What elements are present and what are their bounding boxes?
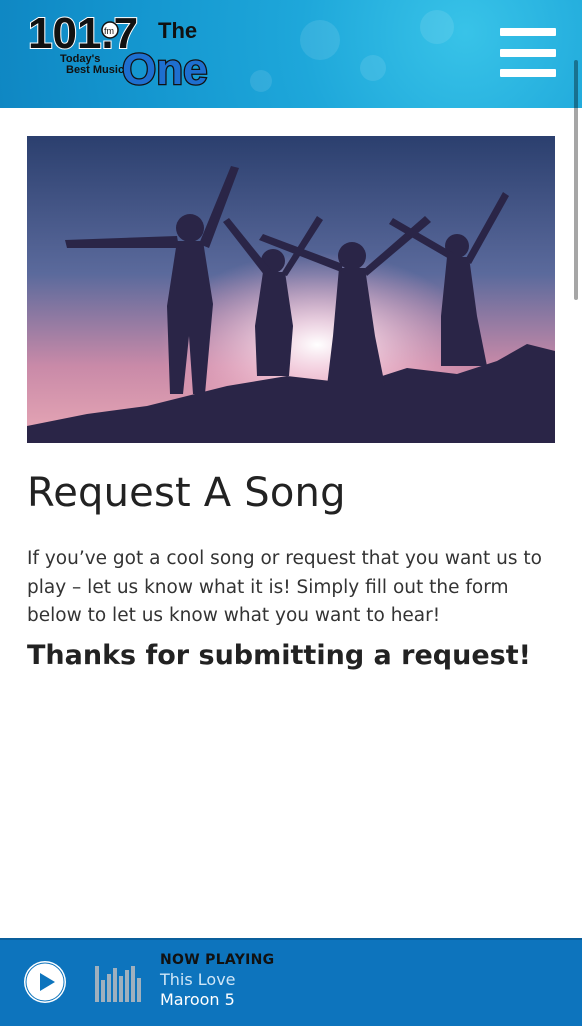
- now-playing-artist: Maroon 5: [160, 990, 235, 1009]
- intro-text: If you’ve got a cool song or request tha…: [27, 548, 542, 626]
- hamburger-menu-icon[interactable]: [500, 28, 556, 78]
- station-logo[interactable]: 101.7 fm The One Today's Best Music: [26, 6, 236, 90]
- site-header: 101.7 fm The One Today's Best Music: [0, 0, 582, 108]
- menu-bar: [500, 28, 556, 36]
- header-bokeh: [360, 55, 386, 81]
- now-playing-song: This Love: [160, 970, 236, 989]
- logo-the: The: [158, 18, 197, 43]
- equalizer-icon: [95, 966, 141, 1002]
- hero-image: [27, 136, 555, 443]
- page-title: Request A Song: [27, 470, 346, 516]
- menu-bar: [500, 69, 556, 77]
- now-playing-label: NOW PLAYING: [160, 952, 275, 968]
- header-bokeh: [300, 20, 340, 60]
- logo-fm: fm: [104, 26, 114, 36]
- submission-confirmation: Thanks for submitting a request!: [27, 640, 531, 671]
- play-icon[interactable]: [24, 961, 66, 1003]
- header-bokeh: [250, 70, 272, 92]
- menu-bar: [500, 49, 556, 57]
- logo-tagline-line2: Best Music: [66, 64, 124, 76]
- header-bokeh: [420, 10, 454, 44]
- logo-one: One: [122, 45, 208, 90]
- scrollbar-thumb[interactable]: [574, 60, 578, 300]
- now-playing-bar: NOW PLAYING This Love Maroon 5: [0, 938, 582, 1026]
